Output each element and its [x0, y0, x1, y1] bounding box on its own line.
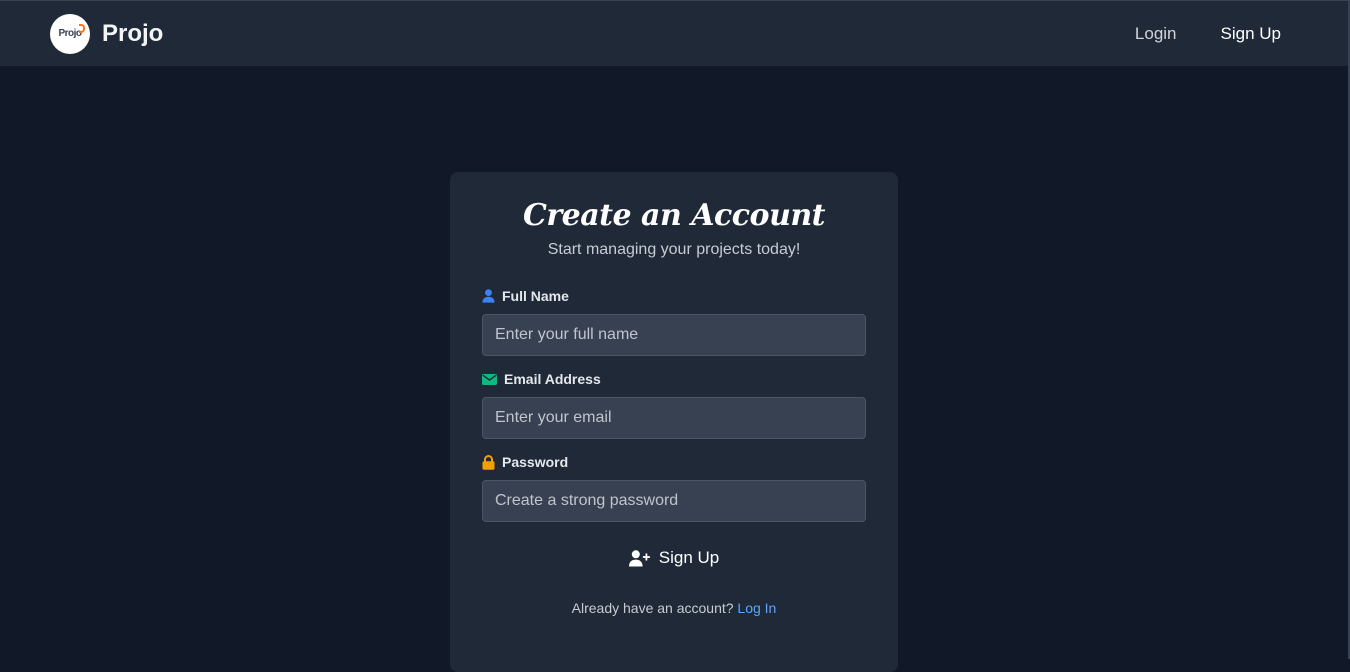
password-label: Password [482, 453, 866, 471]
lock-icon [482, 454, 495, 470]
password-field-group: Password [482, 453, 866, 522]
password-label-text: Password [502, 454, 569, 470]
login-prompt-text: Already have an account? [571, 600, 734, 616]
email-input[interactable] [482, 397, 866, 439]
brand-name: Projo [102, 19, 164, 47]
nav-login-link[interactable]: Login [1135, 24, 1177, 44]
user-plus-icon [628, 549, 651, 567]
logo: Projo [50, 13, 90, 54]
envelope-icon [482, 373, 497, 385]
full-name-label: Full Name [482, 287, 866, 305]
login-link[interactable]: Log In [737, 600, 776, 616]
page-title: Create an Account [522, 198, 826, 233]
email-label-text: Email Address [504, 371, 601, 387]
full-name-input[interactable] [482, 314, 866, 356]
page-subtitle: Start managing your projects today! [547, 241, 801, 258]
email-label: Email Address [482, 370, 866, 388]
user-icon [482, 289, 495, 303]
signup-card: Create an Account Start managing your pr… [450, 172, 898, 672]
email-field-group: Email Address [482, 370, 866, 439]
nav-links: Login Sign Up [1135, 24, 1298, 44]
nav-signup-link[interactable]: Sign Up [1221, 24, 1281, 44]
password-input[interactable] [482, 480, 866, 522]
login-prompt: Already have an account? Log In [482, 600, 866, 616]
brand[interactable]: Projo Projo [50, 13, 164, 54]
full-name-field-group: Full Name [482, 287, 866, 356]
signup-button-label: Sign Up [658, 548, 720, 567]
full-name-label-text: Full Name [502, 288, 569, 304]
logo-accent-icon [79, 23, 85, 33]
navbar: Projo Projo Login Sign Up [0, 0, 1348, 66]
submit-row: Sign Up [482, 548, 866, 568]
signup-button[interactable]: Sign Up [628, 548, 720, 568]
